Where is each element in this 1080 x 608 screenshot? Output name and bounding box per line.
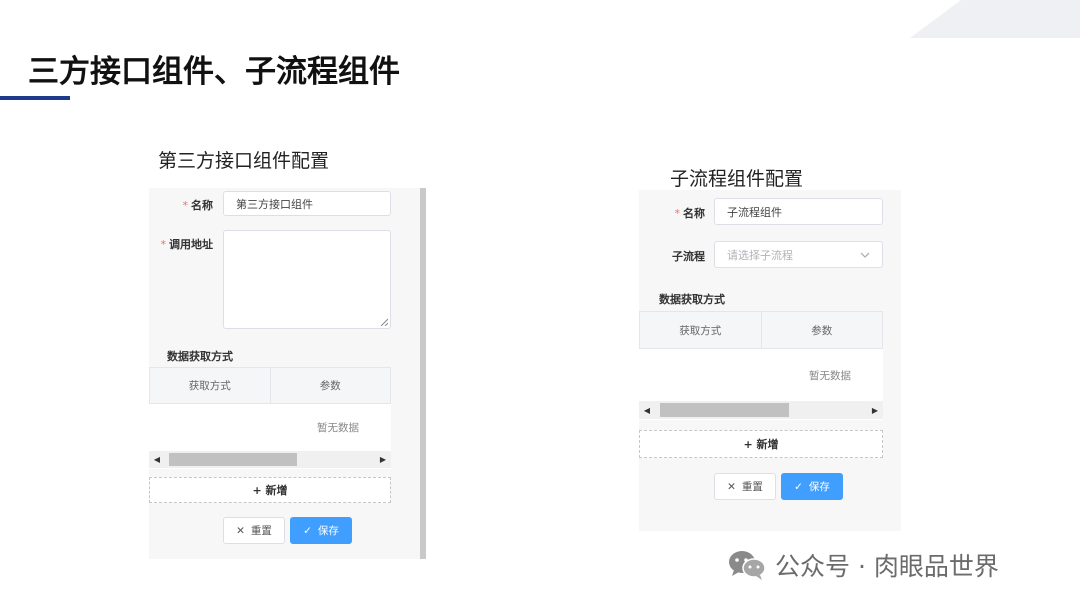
left-panel-caption: 第三方接口组件配置 bbox=[158, 150, 330, 172]
scroll-left-icon[interactable]: ◀ bbox=[151, 451, 163, 468]
save-button[interactable]: ✓ 保存 bbox=[781, 473, 843, 500]
wechat-icon bbox=[729, 551, 766, 580]
data-source-section-title: 数据获取方式 bbox=[167, 350, 233, 363]
third-party-form-panel: * 名称 第三方接口组件 * 调用地址 数据获取方式 获取方式 参数 暂无数据 ◀ … bbox=[149, 188, 426, 559]
column-header-method: 获取方式 bbox=[640, 312, 762, 348]
subflow-label: 子流程 bbox=[672, 250, 705, 263]
address-textarea[interactable] bbox=[223, 230, 391, 329]
close-icon: ✕ bbox=[727, 480, 736, 493]
save-button[interactable]: ✓ 保存 bbox=[290, 517, 352, 544]
required-mark: * bbox=[182, 199, 189, 212]
panel-scrollbar[interactable] bbox=[420, 188, 426, 559]
reset-button[interactable]: ✕ 重置 bbox=[714, 473, 776, 500]
column-header-method: 获取方式 bbox=[150, 368, 271, 403]
column-header-params: 参数 bbox=[319, 380, 341, 392]
scroll-left-icon[interactable]: ◀ bbox=[641, 401, 653, 419]
scroll-right-icon[interactable]: ▶ bbox=[869, 401, 881, 419]
add-row-button[interactable]: + 新增 bbox=[639, 430, 883, 458]
required-mark: * bbox=[160, 238, 167, 251]
right-panel-caption: 子流程组件配置 bbox=[670, 168, 804, 190]
table-header: 获取方式 参数 bbox=[149, 367, 391, 404]
reset-button[interactable]: ✕ 重置 bbox=[223, 517, 285, 544]
close-icon: ✕ bbox=[236, 524, 245, 537]
empty-text: 暂无数据 bbox=[809, 370, 851, 382]
scrollbar-thumb[interactable] bbox=[660, 403, 789, 417]
title-underline bbox=[0, 96, 70, 100]
subflow-form-panel: * 名称 子流程组件 子流程 请选择子流程 数据获取方式 获取方式 参数 暂无数据… bbox=[639, 190, 901, 531]
corner-decoration bbox=[910, 0, 1080, 38]
data-source-section-title: 数据获取方式 bbox=[659, 293, 725, 306]
name-label: * 名称 bbox=[674, 207, 706, 220]
address-label: * 调用地址 bbox=[160, 238, 214, 251]
empty-text: 暂无数据 bbox=[317, 422, 359, 434]
check-icon: ✓ bbox=[794, 480, 803, 493]
column-header-params: 参数 bbox=[811, 324, 833, 337]
data-source-table: 获取方式 参数 暂无数据 ◀ ▶ bbox=[149, 367, 391, 469]
watermark-text: 公众号 · 肉眼品世界 bbox=[775, 552, 999, 581]
check-icon: ✓ bbox=[303, 524, 312, 537]
table-horizontal-scrollbar[interactable]: ◀ ▶ bbox=[639, 401, 883, 419]
table-header: 获取方式 参数 bbox=[639, 311, 883, 349]
scrollbar-thumb[interactable] bbox=[169, 453, 297, 466]
resize-grip-icon[interactable] bbox=[380, 318, 388, 326]
subflow-select[interactable]: 请选择子流程 bbox=[714, 241, 883, 268]
required-mark: * bbox=[674, 207, 681, 220]
slide-title: 三方接口组件、子流程组件 bbox=[28, 54, 400, 90]
chevron-down-icon bbox=[860, 252, 870, 258]
watermark: 公众号 · 肉眼品世界 bbox=[727, 547, 999, 583]
name-label: * 名称 bbox=[182, 199, 214, 212]
name-input[interactable]: 第三方接口组件 bbox=[223, 191, 391, 216]
table-horizontal-scrollbar[interactable]: ◀ ▶ bbox=[149, 451, 391, 468]
name-input[interactable]: 子流程组件 bbox=[714, 198, 883, 225]
data-source-table: 获取方式 参数 暂无数据 ◀ ▶ bbox=[639, 311, 883, 420]
add-row-button[interactable]: + 新增 bbox=[149, 477, 391, 503]
scroll-right-icon[interactable]: ▶ bbox=[377, 451, 389, 468]
